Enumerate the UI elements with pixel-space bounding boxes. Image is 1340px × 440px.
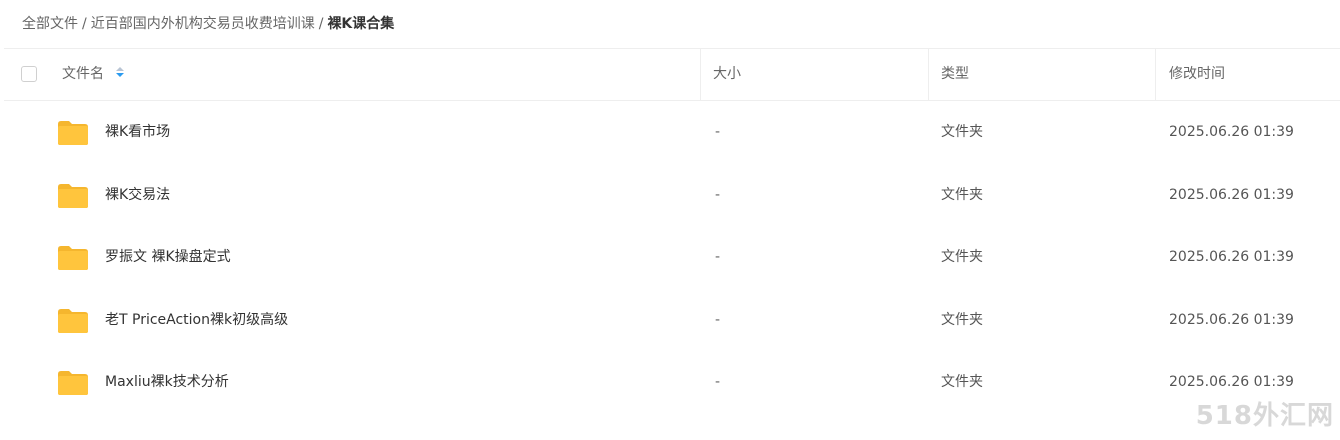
file-browser: 全部文件 / 近百部国内外机构交易员收费培训课 / 裸K课合集 文件名 大小 类型 修改… <box>0 0 1340 440</box>
table-row[interactable]: 裸K看市场 - 文件夹 2025.06.26 01:39 <box>4 101 1340 164</box>
header-name-label: 文件名 <box>62 66 104 82</box>
file-type: 文件夹 <box>941 124 983 140</box>
table-row[interactable]: 裸K交易法 - 文件夹 2025.06.26 01:39 <box>4 164 1340 227</box>
file-name[interactable]: 老T PriceAction裸k初级高级 <box>105 289 288 352</box>
file-type: 文件夹 <box>941 249 983 265</box>
table-row[interactable]: 老T PriceAction裸k初级高级 - 文件夹 2025.06.26 01:39 <box>4 289 1340 352</box>
file-name[interactable]: 裸K看市场 <box>105 101 170 164</box>
folder-icon <box>57 120 89 146</box>
file-list: 裸K看市场 - 文件夹 2025.06.26 01:39 裸K交易法 - 文件夹 2025.0… <box>4 101 1340 414</box>
file-size: - <box>715 124 721 140</box>
file-mtime: 2025.06.26 01:39 <box>1169 249 1294 265</box>
column-divider[interactable] <box>928 49 929 100</box>
file-size: - <box>715 249 721 265</box>
folder-icon <box>57 370 89 396</box>
column-divider[interactable] <box>1155 49 1156 100</box>
folder-icon <box>57 308 89 334</box>
file-size: - <box>715 311 721 328</box>
table-header: 文件名 大小 类型 修改时间 <box>4 49 1340 101</box>
file-name[interactable]: 罗振文 裸K操盘定式 <box>105 226 231 289</box>
folder-icon <box>57 245 89 271</box>
file-type: 文件夹 <box>941 186 983 203</box>
header-size[interactable]: 大小 <box>713 49 741 100</box>
table-row[interactable]: Maxliu裸k技术分析 - 文件夹 2025.06.26 01:39 <box>4 351 1340 414</box>
watermark: 518外汇网 <box>1195 401 1334 431</box>
sort-icon[interactable] <box>116 67 124 79</box>
breadcrumb-item-course-folder[interactable]: 近百部国内外机构交易员收费培训课 <box>91 16 315 32</box>
file-type: 文件夹 <box>941 311 983 328</box>
file-type: 文件夹 <box>941 374 983 390</box>
file-table: 文件名 大小 类型 修改时间 裸K看市场 - 文件夹 2025.06.26 01:39… <box>4 48 1340 414</box>
file-mtime: 2025.06.26 01:39 <box>1169 311 1294 328</box>
folder-icon <box>57 183 89 209</box>
file-size: - <box>715 186 721 203</box>
column-divider[interactable] <box>700 49 701 100</box>
file-mtime: 2025.06.26 01:39 <box>1169 186 1294 203</box>
breadcrumb: 全部文件 / 近百部国内外机构交易员收费培训课 / 裸K课合集 <box>22 14 394 34</box>
file-size: - <box>715 374 721 390</box>
file-name[interactable]: Maxliu裸k技术分析 <box>105 351 229 414</box>
header-name[interactable]: 文件名 <box>62 49 124 100</box>
table-row[interactable]: 罗振文 裸K操盘定式 - 文件夹 2025.06.26 01:39 <box>4 226 1340 289</box>
header-mtime[interactable]: 修改时间 <box>1169 49 1225 100</box>
header-type[interactable]: 类型 <box>941 49 969 100</box>
breadcrumb-current: 裸K课合集 <box>327 16 395 32</box>
breadcrumb-separator: / <box>318 16 324 32</box>
file-name[interactable]: 裸K交易法 <box>105 164 170 227</box>
breadcrumb-item-all-files[interactable]: 全部文件 <box>22 16 78 32</box>
breadcrumb-separator: / <box>82 16 87 32</box>
file-mtime: 2025.06.26 01:39 <box>1169 124 1294 140</box>
select-all-checkbox[interactable] <box>21 66 37 82</box>
